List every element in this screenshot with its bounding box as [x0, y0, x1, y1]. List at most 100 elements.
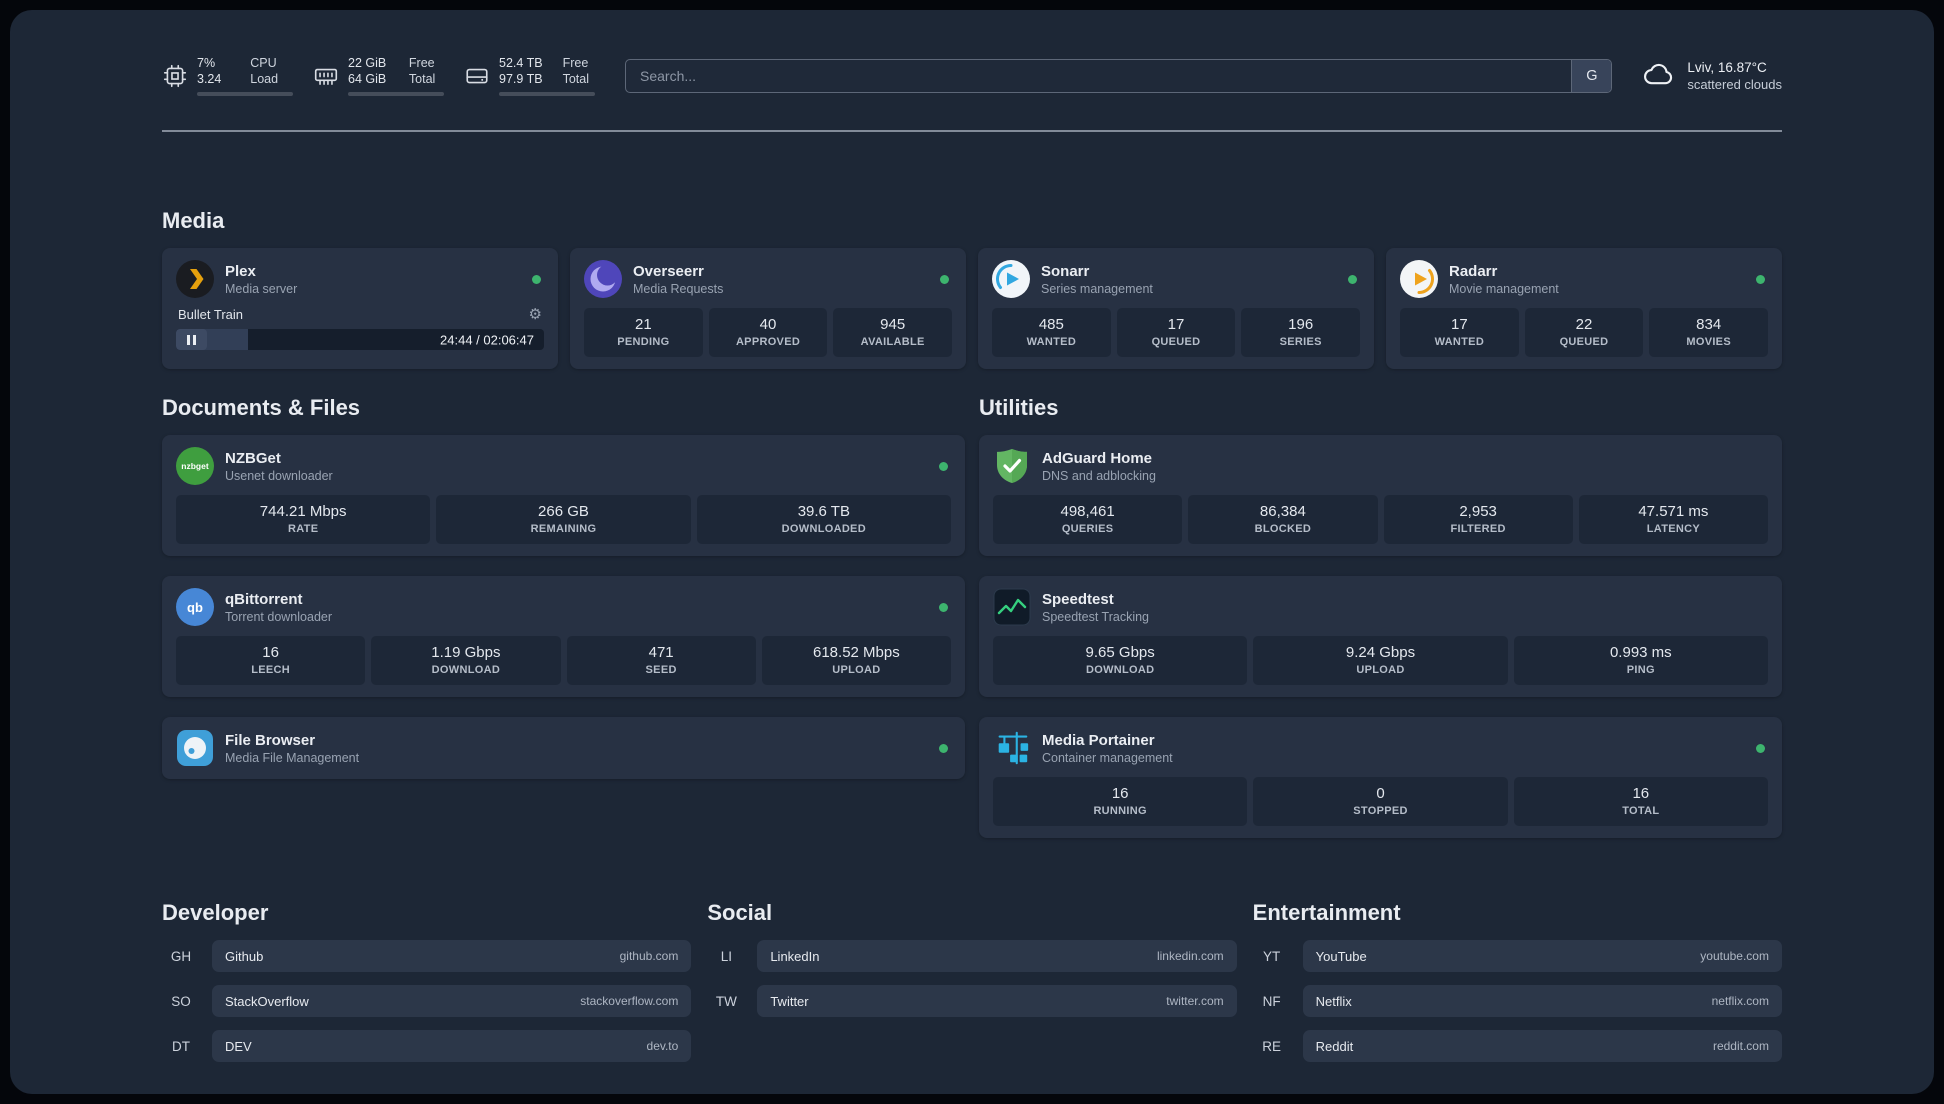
service-card-plex: Plex Media server Bullet Train ⚙ 24:44 /…	[162, 248, 558, 369]
stat-tile: 9.24 Gbps UPLOAD	[1253, 636, 1508, 685]
section-title-utilities: Utilities	[979, 395, 1059, 420]
bookmark-group-social: Social LI LinkedIn linkedin.com TW Twitt…	[707, 900, 1237, 1075]
status-dot	[1756, 274, 1765, 284]
resource-widget-disk: 52.4 TB Free 97.9 TB Total	[464, 56, 595, 96]
sonarr-icon	[992, 260, 1030, 298]
overseerr-icon	[584, 260, 622, 298]
service-link-speedtest[interactable]: Speedtest Speedtest Tracking	[993, 588, 1768, 626]
bookmark-link-stackoverflow[interactable]: StackOverflow stackoverflow.com	[212, 985, 692, 1017]
pause-button[interactable]	[176, 329, 207, 350]
memory-total-label: Total	[408, 72, 436, 86]
stat-label: UPLOAD	[832, 664, 881, 676]
stat-label: PENDING	[617, 336, 670, 348]
stat-tile: 0 STOPPED	[1253, 777, 1508, 826]
service-subtitle: DNS and adblocking	[1042, 468, 1156, 483]
stat-label: REMAINING	[530, 523, 597, 535]
bookmark-abbr: NF	[1262, 993, 1281, 1009]
bookmark-group-title: Entertainment	[1252, 900, 1401, 925]
service-subtitle: Series management	[1041, 281, 1153, 296]
stat-value: 266 GB	[538, 503, 589, 520]
bookmark-abbr: YT	[1263, 948, 1281, 964]
service-subtitle: Usenet downloader	[225, 468, 333, 483]
service-link-portainer[interactable]: Media Portainer Container management	[993, 729, 1756, 767]
stat-value: 16	[1111, 785, 1129, 802]
stat-label: TOTAL	[1622, 805, 1660, 817]
section-documents-files: Documents & Files nzbget NZBGet Usenet d…	[162, 395, 965, 838]
bookmark-name: Reddit	[1315, 1038, 1354, 1054]
stat-value: 39.6 TB	[797, 503, 850, 520]
disk-free-label: Free	[562, 56, 589, 70]
disk-total-label: Total	[562, 72, 589, 86]
service-card-sonarr: Sonarr Series management 485 WANTED 17 Q…	[978, 248, 1374, 369]
stat-label: BLOCKED	[1254, 523, 1312, 535]
service-card-speedtest: Speedtest Speedtest Tracking 9.65 Gbps D…	[979, 576, 1782, 697]
service-link-overseerr[interactable]: Overseerr Media Requests	[584, 260, 940, 298]
topbar-divider	[162, 130, 1782, 132]
stat-label: PING	[1626, 664, 1655, 676]
speedtest-icon	[993, 588, 1031, 626]
plex-icon	[176, 260, 214, 298]
playback-progress-bar[interactable]: 24:44 / 02:06:47	[176, 329, 544, 350]
stat-label: UPLOAD	[1356, 664, 1405, 676]
stat-tile: 17 QUEUED	[1116, 308, 1236, 357]
stat-value: 498,461	[1060, 503, 1115, 520]
cpu-load-value: 3.24	[197, 72, 222, 86]
memory-progress-bar	[348, 92, 444, 96]
stat-label: STOPPED	[1353, 805, 1408, 817]
bookmark-item: SO StackOverflow stackoverflow.com	[162, 985, 692, 1017]
stat-label: APPROVED	[735, 336, 801, 348]
service-link-qbittorrent[interactable]: qb qBittorrent Torrent downloader	[176, 588, 939, 626]
bookmark-link-github[interactable]: Github github.com	[212, 940, 692, 972]
weather-location: Lviv, 16.87°C	[1687, 60, 1767, 75]
memory-total-value: 64 GiB	[348, 72, 387, 86]
service-link-plex[interactable]: Plex Media server	[176, 260, 532, 298]
stat-tile: 485 WANTED	[992, 308, 1111, 357]
service-subtitle: Media File Management	[225, 750, 360, 765]
disk-total-value: 97.9 TB	[499, 72, 543, 86]
bookmark-url: netflix.com	[1711, 994, 1769, 1008]
window-frame: 7% CPU 3.24 Load 22 GiB Free 64 GiB Tota…	[0, 0, 1944, 1104]
service-subtitle: Torrent downloader	[225, 609, 333, 624]
service-card-overseerr: Overseerr Media Requests 21 PENDING 40 A…	[570, 248, 966, 369]
bookmark-abbr: SO	[171, 993, 191, 1009]
stat-value: 485	[1038, 316, 1064, 333]
stat-tile: 22 QUEUED	[1524, 308, 1644, 357]
now-playing-title: Bullet Train	[178, 307, 244, 322]
bookmark-link-twitter[interactable]: Twitter twitter.com	[757, 985, 1237, 1017]
stat-label: DOWNLOAD	[431, 664, 501, 676]
service-link-radarr[interactable]: Radarr Movie management	[1400, 260, 1756, 298]
stat-value: 945	[880, 316, 906, 333]
stat-tile: 16 TOTAL	[1513, 777, 1768, 826]
stat-tile: 17 WANTED	[1400, 308, 1519, 357]
search-provider-button[interactable]: G	[1571, 60, 1612, 92]
bookmark-link-linkedin[interactable]: LinkedIn linkedin.com	[757, 940, 1237, 972]
service-link-filebrowser[interactable]: File Browser Media File Management	[176, 729, 939, 767]
stat-tile: 21 PENDING	[584, 308, 703, 357]
service-link-adguard[interactable]: AdGuard Home DNS and adblocking	[993, 447, 1768, 485]
bookmark-name: YouTube	[1315, 948, 1367, 964]
service-name: Sonarr	[1041, 262, 1090, 280]
stat-value: 17	[1167, 316, 1185, 333]
service-subtitle: Media Requests	[633, 281, 724, 296]
stat-value: 40	[759, 316, 777, 333]
status-dot	[1756, 743, 1765, 753]
service-name: AdGuard Home	[1042, 449, 1153, 467]
stat-tile: 618.52 Mbps UPLOAD	[761, 636, 951, 685]
bookmark-link-reddit[interactable]: Reddit reddit.com	[1302, 1030, 1782, 1062]
section-title-media: Media	[162, 208, 225, 233]
search-input[interactable]	[626, 60, 1572, 92]
gear-icon[interactable]: ⚙	[529, 307, 542, 322]
service-link-sonarr[interactable]: Sonarr Series management	[992, 260, 1348, 298]
stat-label: LEECH	[251, 664, 291, 676]
stat-tile: 945 AVAILABLE	[833, 308, 953, 357]
portainer-icon	[993, 729, 1031, 767]
bookmark-link-dev[interactable]: DEV dev.to	[212, 1030, 692, 1062]
bookmark-name: LinkedIn	[770, 948, 820, 964]
stat-tile: 2,953 FILTERED	[1383, 495, 1573, 544]
memory-free-label: Free	[408, 56, 435, 70]
bookmark-link-netflix[interactable]: Netflix netflix.com	[1302, 985, 1782, 1017]
qbittorrent-icon: qb	[176, 588, 214, 626]
stat-tile: 40 APPROVED	[708, 308, 828, 357]
service-link-nzbget[interactable]: nzbget NZBGet Usenet downloader	[176, 447, 939, 485]
bookmark-link-youtube[interactable]: YouTube youtube.com	[1302, 940, 1782, 972]
